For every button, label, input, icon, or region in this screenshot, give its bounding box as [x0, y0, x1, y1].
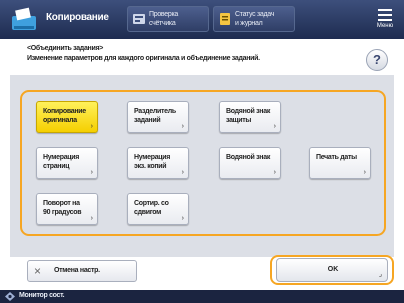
option-line1: Сортир. со — [134, 200, 169, 207]
option-arrow-icon: › — [90, 169, 93, 176]
option-copy-set-numbering[interactable]: Нумерация экз. копий › — [127, 147, 189, 179]
option-line1: Разделитель — [134, 108, 176, 115]
option-line2: оригинала — [43, 117, 77, 124]
option-watermark[interactable]: Водяной знак › — [219, 147, 281, 179]
option-arrow-icon: › — [181, 215, 184, 222]
option-line2: экз. копий — [134, 163, 167, 170]
menu-button[interactable]: Меню — [372, 5, 398, 33]
option-print-date[interactable]: Печать даты › — [309, 147, 371, 179]
counter-check-button[interactable]: Проверка счётчика — [127, 6, 209, 32]
option-line2: 90 градусов — [43, 209, 82, 216]
option-page-numbering[interactable]: Нумерация страниц › — [36, 147, 98, 179]
option-arrow-icon: › — [181, 169, 184, 176]
status-button-line1: Статус задач — [235, 11, 275, 18]
app-header: Копирование Проверка счётчика Статус зада… — [0, 0, 404, 39]
screen-description: Изменение параметров для каждого оригина… — [27, 55, 260, 62]
option-rotate-90[interactable]: Поворот на 90 градусов › — [36, 193, 98, 225]
status-icon — [220, 13, 230, 25]
option-line1: Водяной знак — [226, 108, 271, 115]
status-monitor-bar[interactable]: Монитор сост. — [0, 290, 404, 303]
status-monitor-label: Монитор сост. — [19, 292, 65, 299]
option-arrow-icon: › — [90, 123, 93, 130]
menu-label: Меню — [376, 23, 394, 29]
option-line1: Копирование — [43, 108, 86, 115]
help-button[interactable]: ? — [366, 49, 388, 71]
option-line1: Поворот на — [43, 200, 80, 207]
status-monitor-button[interactable]: Статус задач и журнал — [213, 6, 295, 32]
option-line1: Нумерация — [134, 154, 171, 161]
option-arrow-icon: › — [273, 123, 276, 130]
ok-label: OK — [327, 266, 339, 273]
cancel-settings-label: Отмена настр. — [54, 267, 100, 274]
option-arrow-icon: › — [181, 123, 184, 130]
help-icon: ? — [373, 52, 381, 67]
option-line1: Водяной знак — [226, 154, 271, 161]
status-monitor-icon — [5, 292, 15, 301]
option-arrow-icon: › — [363, 169, 366, 176]
app-title: Копирование — [46, 12, 109, 23]
screen-title: <Объединить задания> — [27, 45, 104, 52]
ok-button[interactable]: OK ⌟ — [276, 258, 388, 282]
option-arrow-icon: › — [273, 169, 276, 176]
counter-icon — [133, 14, 145, 24]
option-arrow-icon: › — [90, 215, 93, 222]
ok-arrow-icon: ⌟ — [378, 271, 382, 278]
option-original-copy[interactable]: Копирование оригинала › — [36, 101, 98, 133]
menu-icon — [378, 9, 392, 24]
option-line2: страниц — [43, 163, 70, 170]
counter-button-line1: Проверка — [149, 11, 178, 18]
option-line1: Печать даты — [316, 154, 357, 161]
option-secure-watermark[interactable]: Водяной знак защиты › — [219, 101, 281, 133]
option-line2: заданий — [134, 117, 161, 124]
close-icon: × — [34, 264, 42, 278]
option-job-separator[interactable]: Разделитель заданий › — [127, 101, 189, 133]
counter-button-line2: счётчика — [149, 20, 176, 27]
option-line2: защиты — [226, 117, 252, 124]
option-offset-sort[interactable]: Сортир. со сдвигом › — [127, 193, 189, 225]
cancel-settings-button[interactable]: × Отмена настр. — [27, 260, 137, 282]
status-button-line2: и журнал — [235, 20, 263, 27]
copy-app-icon — [12, 7, 36, 30]
option-line1: Нумерация — [43, 154, 80, 161]
option-line2: сдвигом — [134, 209, 162, 216]
